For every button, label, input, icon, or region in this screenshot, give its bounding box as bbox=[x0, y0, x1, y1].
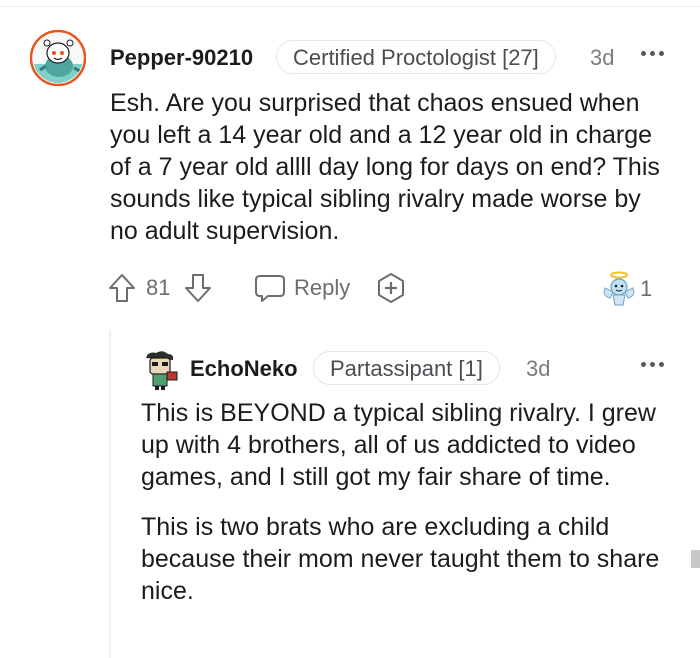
upvote-arrow-icon bbox=[109, 274, 135, 302]
reply-button[interactable]: Reply bbox=[254, 266, 350, 310]
downvote-arrow-icon bbox=[185, 274, 211, 302]
reply-user-flair: Partassipant [1] bbox=[313, 351, 500, 385]
avatar[interactable] bbox=[30, 30, 86, 86]
top-divider bbox=[0, 6, 700, 7]
angel-award-icon[interactable] bbox=[602, 270, 636, 308]
comment-body: Esh. Are you surprised that chaos ensued… bbox=[110, 89, 660, 245]
scrollbar-thumb[interactable] bbox=[691, 550, 700, 568]
reply-body: This is BEYOND a typical sibling rivalry… bbox=[141, 397, 661, 607]
reply-author[interactable]: EchoNeko bbox=[190, 356, 298, 382]
reply-more-options-icon[interactable] bbox=[640, 358, 668, 370]
reply-avatar[interactable] bbox=[140, 348, 180, 390]
downvote-button[interactable] bbox=[184, 266, 212, 310]
thread-line[interactable] bbox=[109, 330, 111, 658]
upvote-button[interactable] bbox=[108, 266, 136, 310]
comment-actions: 81 Reply 1 bbox=[108, 266, 678, 310]
more-options-icon[interactable] bbox=[640, 47, 668, 59]
speech-bubble-icon bbox=[255, 275, 285, 302]
reply-label: Reply bbox=[294, 275, 351, 300]
award-button[interactable] bbox=[374, 266, 408, 310]
comment-age: 3d bbox=[590, 45, 615, 70]
reply-paragraph: This is two brats who are excluding a ch… bbox=[141, 513, 660, 605]
user-flair: Certified Proctologist [27] bbox=[276, 40, 556, 74]
award-plus-icon bbox=[378, 273, 404, 303]
comment-author[interactable]: Pepper-90210 bbox=[110, 45, 253, 71]
reply-paragraph: This is BEYOND a typical sibling rivalry… bbox=[141, 399, 656, 491]
vote-count: 81 bbox=[146, 275, 171, 300]
reply-age: 3d bbox=[526, 356, 551, 381]
award-count: 1 bbox=[640, 276, 653, 301]
